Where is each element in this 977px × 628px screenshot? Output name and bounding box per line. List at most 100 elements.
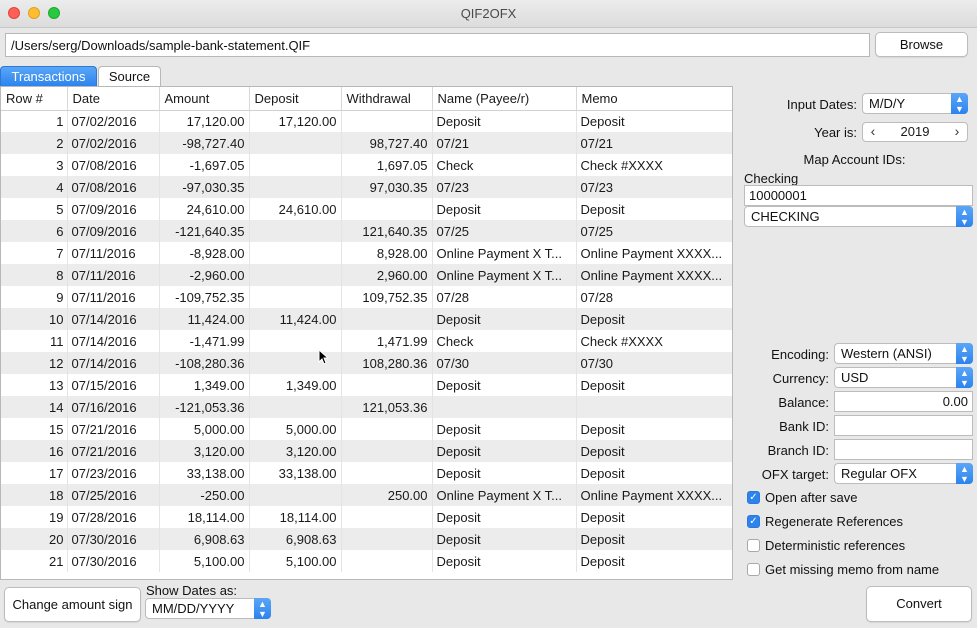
checkbox-box[interactable] [747, 563, 760, 576]
cell-row-number[interactable]: 3 [1, 154, 68, 176]
transactions-table[interactable]: Row # Date Amount Deposit Withdrawal Nam… [0, 86, 733, 580]
cell-name[interactable]: Deposit [432, 462, 577, 484]
cell-amount[interactable]: -1,471.99 [159, 330, 250, 352]
encoding-select[interactable]: Western (ANSI) ▲ ▼ [834, 343, 973, 364]
cell-name[interactable]: Check [432, 330, 577, 352]
column-header-memo[interactable]: Memo [576, 87, 732, 111]
tab-transactions[interactable]: Transactions [0, 66, 97, 86]
cell-memo[interactable]: Deposit [576, 528, 732, 550]
bank-id-field[interactable] [834, 415, 973, 436]
cell-memo[interactable]: Check #XXXX [576, 154, 732, 176]
cell-amount[interactable]: 18,114.00 [159, 506, 250, 528]
cell-deposit[interactable]: 11,424.00 [249, 308, 342, 330]
tab-source[interactable]: Source [98, 66, 161, 86]
cell-withdrawal[interactable]: 109,752.35 [341, 286, 433, 308]
cell-name[interactable]: Deposit [432, 374, 577, 396]
cell-date[interactable]: 07/11/2016 [67, 264, 160, 286]
cell-deposit[interactable]: 33,138.00 [249, 462, 342, 484]
cell-row-number[interactable]: 15 [1, 418, 68, 440]
cell-memo[interactable]: Online Payment XXXX... [576, 264, 732, 286]
show-dates-select[interactable]: MM/DD/YYYY ▲ ▼ [145, 598, 271, 619]
cell-amount[interactable]: 3,120.00 [159, 440, 250, 462]
cell-date[interactable]: 07/02/2016 [67, 110, 160, 132]
cell-withdrawal[interactable]: 108,280.36 [341, 352, 433, 374]
cell-memo[interactable]: Deposit [576, 462, 732, 484]
table-row[interactable]: 12 07/14/2016 -108,280.36 108,280.36 07/30 07… [1, 352, 732, 374]
column-header-row-number[interactable]: Row # [1, 87, 68, 111]
cell-name[interactable]: Deposit [432, 550, 577, 572]
year-stepper[interactable]: ‹ 2019 › [862, 122, 968, 142]
cell-amount[interactable]: -98,727.40 [159, 132, 250, 154]
cell-date[interactable]: 07/11/2016 [67, 286, 160, 308]
cell-name[interactable]: Deposit [432, 506, 577, 528]
account-type-select[interactable]: CHECKING ▲ ▼ [744, 206, 973, 227]
cell-name[interactable]: Deposit [432, 198, 577, 220]
cell-amount[interactable]: 1,349.00 [159, 374, 250, 396]
account-id-field[interactable] [744, 185, 973, 206]
cell-withdrawal[interactable] [341, 462, 433, 484]
cell-row-number[interactable]: 12 [1, 352, 68, 374]
cell-date[interactable]: 07/15/2016 [67, 374, 160, 396]
cell-withdrawal[interactable] [341, 418, 433, 440]
cell-date[interactable]: 07/09/2016 [67, 220, 160, 242]
table-row[interactable]: 1 07/02/2016 17,120.00 17,120.00 Deposit Depo… [1, 110, 732, 132]
cell-name[interactable]: Deposit [432, 110, 577, 132]
cell-row-number[interactable]: 7 [1, 242, 68, 264]
cell-memo[interactable]: Deposit [576, 308, 732, 330]
cell-withdrawal[interactable]: 97,030.35 [341, 176, 433, 198]
cell-withdrawal[interactable]: 8,928.00 [341, 242, 433, 264]
column-header-date[interactable]: Date [67, 87, 160, 111]
cell-name[interactable]: 07/25 [432, 220, 577, 242]
cell-date[interactable]: 07/23/2016 [67, 462, 160, 484]
cell-amount[interactable]: 6,908.63 [159, 528, 250, 550]
cell-deposit[interactable] [249, 264, 342, 286]
checkmark-icon[interactable]: ✓ [747, 515, 760, 528]
cell-deposit[interactable] [249, 396, 342, 418]
table-row[interactable]: 8 07/11/2016 -2,960.00 2,960.00 Online Payme… [1, 264, 732, 286]
cell-deposit[interactable] [249, 220, 342, 242]
cell-withdrawal[interactable] [341, 110, 433, 132]
cell-memo[interactable]: Deposit [576, 550, 732, 572]
table-row[interactable]: 19 07/28/2016 18,114.00 18,114.00 Deposit Dep… [1, 506, 732, 528]
cell-name[interactable]: 07/30 [432, 352, 577, 374]
cell-date[interactable]: 07/21/2016 [67, 418, 160, 440]
cell-deposit[interactable]: 24,610.00 [249, 198, 342, 220]
cell-date[interactable]: 07/14/2016 [67, 352, 160, 374]
currency-select[interactable]: USD ▲ ▼ [834, 367, 973, 388]
file-path-input[interactable] [5, 33, 870, 57]
cell-name[interactable]: Online Payment X T... [432, 484, 577, 506]
cell-memo[interactable]: Deposit [576, 198, 732, 220]
cell-date[interactable]: 07/14/2016 [67, 308, 160, 330]
cell-deposit[interactable]: 3,120.00 [249, 440, 342, 462]
table-row[interactable]: 6 07/09/2016 -121,640.35 121,640.35 07/25 07/… [1, 220, 732, 242]
cell-row-number[interactable]: 19 [1, 506, 68, 528]
cell-date[interactable]: 07/02/2016 [67, 132, 160, 154]
cell-memo[interactable]: 07/28 [576, 286, 732, 308]
table-row[interactable]: 11 07/14/2016 -1,471.99 1,471.99 Check Check … [1, 330, 732, 352]
cell-amount[interactable]: -8,928.00 [159, 242, 250, 264]
cell-withdrawal[interactable] [341, 374, 433, 396]
table-row[interactable]: 20 07/30/2016 6,908.63 6,908.63 Deposit Depos… [1, 528, 732, 550]
cell-name[interactable]: 07/28 [432, 286, 577, 308]
cell-date[interactable]: 07/16/2016 [67, 396, 160, 418]
chevron-left-icon[interactable]: ‹ [865, 123, 881, 141]
cell-deposit[interactable] [249, 242, 342, 264]
cell-deposit[interactable] [249, 286, 342, 308]
cell-amount[interactable]: -250.00 [159, 484, 250, 506]
cell-deposit[interactable] [249, 484, 342, 506]
cell-date[interactable]: 07/30/2016 [67, 550, 160, 572]
cell-amount[interactable]: -121,053.36 [159, 396, 250, 418]
cell-memo[interactable]: Deposit [576, 110, 732, 132]
cell-memo[interactable]: Deposit [576, 374, 732, 396]
cell-memo[interactable]: Deposit [576, 506, 732, 528]
cell-name[interactable]: Deposit [432, 528, 577, 550]
checkmark-icon[interactable]: ✓ [747, 491, 760, 504]
cell-withdrawal[interactable] [341, 440, 433, 462]
cell-memo[interactable]: Online Payment XXXX... [576, 484, 732, 506]
cell-amount[interactable]: -1,697.05 [159, 154, 250, 176]
cell-date[interactable]: 07/14/2016 [67, 330, 160, 352]
cell-row-number[interactable]: 11 [1, 330, 68, 352]
cell-amount[interactable]: -121,640.35 [159, 220, 250, 242]
cell-amount[interactable]: -108,280.36 [159, 352, 250, 374]
cell-row-number[interactable]: 17 [1, 462, 68, 484]
